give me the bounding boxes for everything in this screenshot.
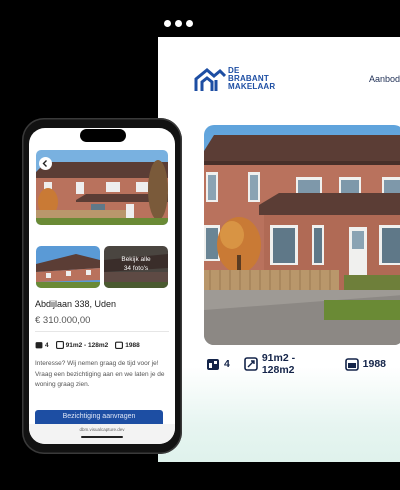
dynamic-island [80, 129, 126, 142]
calendar-icon [344, 358, 359, 371]
area-value: 91m2 - 128m2 [261, 352, 296, 376]
logo-wordmark: DE BRABANT MAKELAAR [228, 67, 275, 91]
area-spec: 91m2 - 128m2 [55, 341, 109, 349]
property-specs: 4 91m2 - 128m2 1988 [206, 352, 400, 376]
logo-line: MAKELAAR [228, 82, 276, 91]
window-dot [186, 20, 193, 27]
window-dot [175, 20, 182, 27]
area-value: 91m2 - 128m2 [65, 341, 109, 349]
calendar-icon [115, 341, 124, 349]
year-value: 1988 [362, 358, 386, 370]
view-all-photos-label: Bekijk alle 34 foto's [104, 255, 168, 273]
url-text: dbm.visualcapture.dev [79, 427, 125, 432]
house-photo-image [204, 125, 400, 345]
phone-main-photo[interactable] [36, 150, 168, 225]
phone-screen: Bekijk alle 34 foto's Abdijlaan 338, Ude… [29, 128, 175, 444]
house-photo-image [36, 150, 168, 225]
viewing-description: Interesse? Wij nemen graag de tijd voor … [35, 360, 165, 388]
browser-url-bar[interactable]: dbm.visualcapture.dev [29, 424, 175, 444]
home-indicator [81, 436, 123, 438]
rooms-value: 4 [224, 358, 230, 370]
background-glow [158, 367, 400, 462]
desktop-browser-window: DE BRABANT MAKELAAR Aanbod 4 91m2 - 128m… [158, 37, 400, 462]
area-icon [55, 341, 64, 349]
year-spec: 1988 [344, 357, 386, 371]
year-value: 1988 [125, 341, 140, 349]
chevron-left-icon [42, 160, 47, 167]
overlay-text-line: Bekijk alle [121, 256, 151, 263]
view-all-photos-tile[interactable]: Bekijk alle 34 foto's [104, 246, 168, 288]
nav-item-aanbod[interactable]: Aanbod [369, 74, 400, 84]
rooms-icon [35, 342, 43, 349]
rooms-icon [207, 359, 219, 370]
rooms-value: 4 [45, 341, 49, 349]
property-specs: 4 91m2 - 128m2 1988 [35, 341, 147, 349]
rooms-spec: 4 [206, 357, 230, 371]
overlay-text-line: 34 foto's [123, 265, 149, 272]
rooms-spec: 4 [35, 341, 49, 349]
house-logo-icon [194, 68, 226, 91]
property-address: Abdijlaan 338, Uden [35, 299, 117, 309]
window-dot [164, 20, 171, 27]
brand-logo[interactable]: DE BRABANT MAKELAAR [194, 67, 294, 97]
year-spec: 1988 [115, 341, 140, 349]
area-spec: 91m2 - 128m2 [244, 352, 331, 376]
divider [35, 331, 169, 332]
back-button[interactable] [39, 157, 52, 170]
hero-house-photo[interactable] [204, 125, 400, 345]
house-photo-image [36, 246, 100, 288]
phone-thumbnail-photo[interactable] [36, 246, 100, 288]
property-price: € 310.000,00 [35, 315, 91, 326]
area-icon [244, 357, 258, 371]
